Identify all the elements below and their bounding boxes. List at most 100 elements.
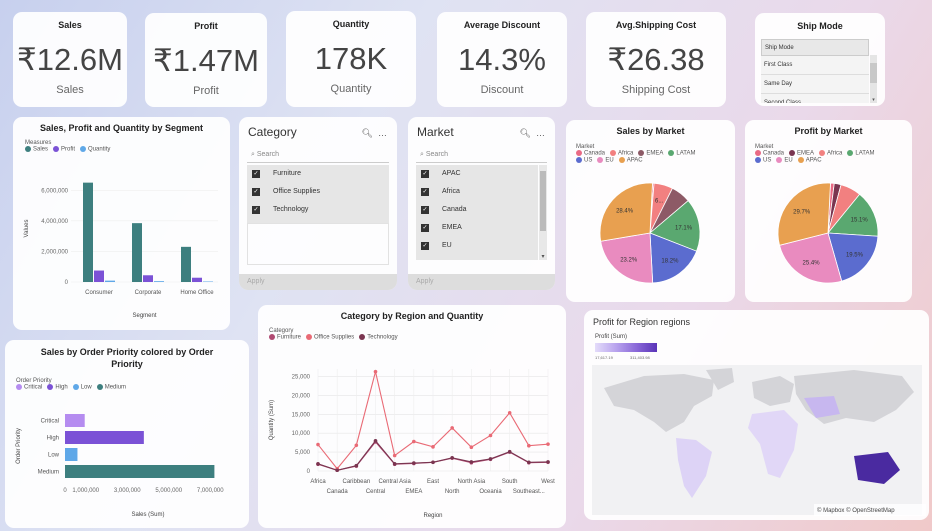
market-search-input[interactable]: ⌕ Search	[416, 147, 547, 163]
bar-low	[65, 448, 78, 461]
checkbox-icon[interactable]: ✓	[252, 188, 260, 196]
ship-mode-option[interactable]: First Class	[761, 56, 869, 75]
data-point	[316, 462, 320, 466]
category-option[interactable]: ✓ Office Supplies	[247, 183, 389, 201]
kpi-value: ₹26.38	[607, 42, 705, 77]
bar-sales	[181, 246, 191, 282]
x-tick-label: EMEA	[405, 489, 422, 495]
x-axis-label: Region	[423, 513, 442, 519]
data-point	[546, 442, 550, 446]
category-search-input[interactable]: ⌕ Search	[247, 147, 389, 163]
data-point	[527, 460, 531, 465]
data-point	[527, 443, 531, 448]
more-icon[interactable]: …	[536, 128, 545, 138]
slice-label: 25.4%	[803, 260, 821, 266]
x-tick-label: 7,000,000	[197, 488, 224, 494]
apply-button[interactable]: Apply	[239, 274, 397, 290]
x-tick-label: West	[541, 479, 555, 485]
y-tick-label: 10,000	[292, 431, 311, 437]
market-option[interactable]: ✓ EMEA	[416, 219, 538, 237]
data-point	[546, 460, 550, 464]
x-tick-label: 5,000,000	[155, 488, 182, 494]
market-scrollbar[interactable]: ▾	[539, 165, 547, 260]
data-point	[431, 445, 435, 449]
y-tick-label: 20,000	[292, 393, 311, 399]
checkbox-icon[interactable]: ✓	[421, 188, 429, 196]
slice-label: 17.1%	[675, 225, 693, 231]
data-point	[354, 463, 359, 468]
kpi-card-profit: Profit ₹1.47M Profit	[145, 13, 267, 107]
search-placeholder: Search	[425, 151, 449, 158]
y-tick-label: 0	[307, 469, 311, 475]
category-option[interactable]: ✓ Technology	[247, 201, 389, 219]
data-point	[469, 445, 474, 449]
y-axis-label: Values	[24, 220, 30, 238]
profit-pie-chart: 15.1% 19.5% 25.4% 29.7%	[777, 182, 879, 284]
checkbox-icon[interactable]: ✓	[421, 170, 429, 178]
search-icon[interactable]: 🔍︎	[362, 128, 373, 138]
category-list: ✓ Furniture ✓ Office Supplies ✓ Technology	[247, 165, 389, 223]
segment-chart-card: Sales, Profit and Quantity by Segment Me…	[13, 117, 230, 330]
checkbox-icon[interactable]: ✓	[421, 242, 429, 250]
market-option[interactable]: ✓ APAC	[416, 165, 538, 183]
scrollbar-thumb[interactable]	[870, 63, 877, 83]
x-tick-label: South	[502, 479, 518, 485]
ship-mode-option[interactable]: Second Class	[761, 94, 869, 103]
market-list: ✓ APAC ✓ Africa ✓ Canada ✓ EMEA ✓ EU	[416, 165, 538, 260]
y-tick-label: 5,000	[295, 450, 311, 456]
category-slicer: Category 🔍︎ … ⌕ Search ✓ Furniture ✓ Offic…	[239, 117, 397, 290]
x-axis-label: Sales (Sum)	[131, 512, 164, 518]
bar-medium	[65, 465, 215, 478]
option-label: Office Supplies	[273, 188, 320, 195]
chevron-down-icon[interactable]: ▾	[539, 253, 547, 260]
slice-label: 23.2%	[620, 258, 638, 264]
ship-mode-option[interactable]: Same Day	[761, 75, 869, 94]
kpi-value: 178K	[314, 41, 388, 76]
slicer-title: Market	[417, 125, 454, 139]
profit-map-card: Profit for Region regions Profit (Sum) 1…	[584, 310, 929, 520]
option-label: EU	[442, 242, 452, 249]
apply-button[interactable]: Apply	[408, 274, 555, 290]
segment-bar-chart: 0 2,000,000 4,000,000 6,000,000 Consumer Corp…	[24, 182, 218, 319]
checkbox-icon[interactable]: ✓	[252, 170, 260, 178]
map-attribution: © Mapbox © OpenStreetMap	[817, 507, 895, 514]
slice-label: 19.5%	[846, 252, 864, 258]
slice-label: 15.1%	[851, 217, 869, 223]
bar-critical	[65, 414, 85, 427]
category-list-empty	[247, 223, 389, 265]
y-axis-label: Order Priority	[16, 428, 22, 464]
kpi-title: Sales	[58, 20, 82, 30]
ship-mode-list: Ship Mode First Class Same Day Second Cl…	[761, 39, 869, 103]
kpi-card-quantity: Quantity 178K Quantity	[286, 11, 416, 107]
bar-profit	[143, 275, 153, 282]
bar-sales	[132, 223, 142, 282]
option-label: APAC	[442, 170, 461, 177]
data-point	[354, 443, 359, 448]
data-point	[450, 455, 454, 460]
market-option[interactable]: ✓ EU	[416, 237, 538, 255]
bar-quantity	[203, 281, 213, 282]
ship-mode-option[interactable]: Ship Mode	[761, 39, 869, 56]
option-label: Canada	[442, 206, 467, 213]
option-label: Technology	[273, 206, 309, 213]
data-point	[507, 449, 512, 454]
data-point	[488, 433, 493, 438]
checkbox-icon[interactable]: ✓	[421, 224, 429, 232]
more-icon[interactable]: …	[378, 128, 387, 138]
checkbox-icon[interactable]: ✓	[421, 206, 429, 214]
kpi-title: Profit	[194, 21, 218, 31]
kpi-title: Avg.Shipping Cost	[615, 20, 697, 30]
kpi-value: ₹12.6M	[17, 42, 123, 77]
x-tick-label: North Asia	[457, 479, 485, 485]
scrollbar-thumb[interactable]	[540, 171, 546, 231]
market-option[interactable]: ✓ Africa	[416, 183, 538, 201]
checkbox-icon[interactable]: ✓	[252, 206, 260, 214]
chevron-down-icon[interactable]: ▾	[870, 97, 877, 103]
world-map[interactable]: © Mapbox © OpenStreetMap	[584, 310, 929, 520]
category-option[interactable]: ✓ Furniture	[247, 165, 389, 183]
search-icon[interactable]: 🔍︎	[520, 128, 531, 138]
ship-mode-scrollbar[interactable]: ▾	[870, 55, 877, 103]
y-tick-label: 0	[65, 280, 69, 286]
kpi-subtitle: Shipping Cost	[621, 84, 691, 96]
market-option[interactable]: ✓ Canada	[416, 201, 538, 219]
